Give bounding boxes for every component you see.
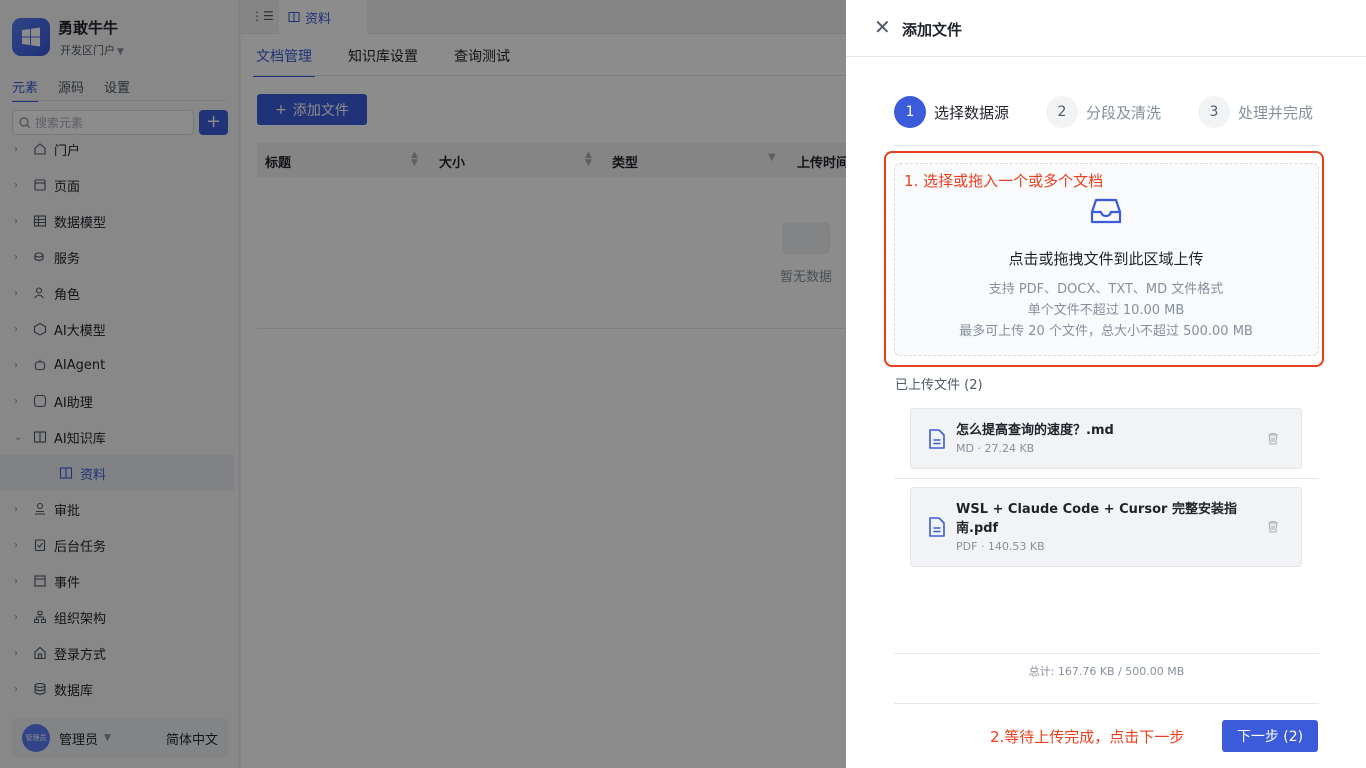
file-icon <box>929 429 945 449</box>
file-card: 怎么提高查询的速度？.md MD · 27.24 KB <box>910 408 1302 469</box>
divider <box>894 703 1319 704</box>
trash-icon[interactable] <box>1267 520 1279 533</box>
file-card: WSL + Claude Code + Cursor 完整安装指南.pdf PD… <box>910 487 1302 567</box>
trash-icon[interactable] <box>1267 432 1279 445</box>
upload-hint-limit: 最多可上传 20 个文件，总大小不超过 500.00 MB <box>959 324 1253 339</box>
file-icon <box>929 517 945 537</box>
divider <box>894 653 1319 654</box>
file-name: 怎么提高查询的速度？.md <box>956 423 1114 438</box>
step-number: 1 <box>894 96 926 128</box>
annotation-step-2: 2.等待上传完成，点击下一步 <box>990 728 1185 746</box>
step-1: 1 选择数据源 <box>894 96 1009 128</box>
annotation-step-1: 1. 选择或拖入一个或多个文档 <box>904 172 1104 190</box>
close-icon[interactable]: ✕ <box>874 16 891 38</box>
divider <box>894 478 1319 479</box>
step-2: 2 分段及清洗 <box>1046 96 1161 128</box>
file-name: WSL + Claude Code + Cursor 完整安装指南.pdf <box>956 502 1237 536</box>
steps: 1 选择数据源 2 分段及清洗 3 处理并完成 <box>894 96 1320 128</box>
modal-mask[interactable] <box>0 0 846 768</box>
inbox-icon <box>1090 198 1122 224</box>
step-label: 选择数据源 <box>934 103 1010 122</box>
step-number: 2 <box>1046 96 1078 128</box>
step-number: 3 <box>1198 96 1230 128</box>
total-size: 总计: 167.76 KB / 500.00 MB <box>1028 665 1185 678</box>
file-meta: PDF · 140.53 KB <box>956 540 1045 553</box>
uploaded-files-title: 已上传文件 (2) <box>895 378 983 393</box>
upload-hint-size: 单个文件不超过 10.00 MB <box>1027 303 1185 318</box>
add-file-drawer: ✕ 添加文件 1 选择数据源 2 分段及清洗 3 处理并完成 1. 选择或拖入一… <box>846 0 1366 768</box>
next-step-button[interactable]: 下一步 (2) <box>1222 720 1318 752</box>
divider <box>894 145 1319 146</box>
drawer-header: ✕ 添加文件 <box>846 0 1366 57</box>
drawer-title: 添加文件 <box>902 21 963 39</box>
file-meta: MD · 27.24 KB <box>956 442 1035 455</box>
upload-title: 点击或拖拽文件到此区域上传 <box>1008 250 1204 268</box>
step-label: 分段及清洗 <box>1086 103 1162 122</box>
upload-hint-formats: 支持 PDF、DOCX、TXT、MD 文件格式 <box>988 282 1224 297</box>
step-3: 3 处理并完成 <box>1198 96 1313 128</box>
step-label: 处理并完成 <box>1238 103 1314 122</box>
